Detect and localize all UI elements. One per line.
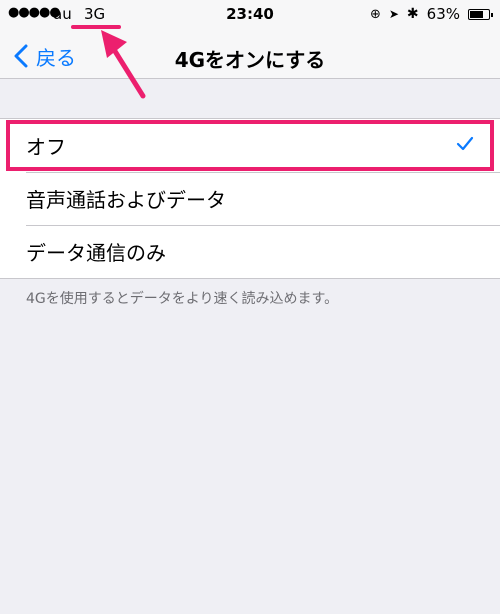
option-off[interactable]: オフ: [0, 119, 500, 172]
rotation-lock-icon: ⊕: [369, 6, 381, 22]
battery-fill: [470, 10, 483, 18]
option-voice-and-data[interactable]: 音声通話およびデータ: [0, 172, 500, 225]
battery-icon: [468, 8, 493, 20]
annotation-arrow-icon: [101, 30, 146, 99]
checkmark-icon: [456, 136, 474, 151]
battery-percent: 63%: [426, 5, 460, 23]
navigation-bar: 戻る 4Gをオンにする: [0, 34, 500, 79]
status-bar: ●●●●● au 3G 23:40 ⊕ ➤ ✱ 63%: [0, 0, 500, 34]
option-data-only[interactable]: データ通信のみ: [0, 225, 500, 278]
status-right-group: ⊕ ➤ ✱ 63%: [369, 5, 493, 23]
option-label: 音声通話およびデータ: [26, 188, 226, 212]
network-options-list: オフ 音声通話およびデータ データ通信のみ: [0, 118, 500, 279]
location-icon: ➤: [388, 7, 399, 21]
option-label: オフ: [26, 135, 66, 159]
footer-note: 4Gを使用するとデータをより速く読み込めます。: [26, 291, 339, 307]
option-label: データ通信のみ: [26, 241, 166, 265]
bluetooth-icon: ✱: [406, 6, 419, 22]
page-title: 4Gをオンにする: [174, 48, 326, 72]
